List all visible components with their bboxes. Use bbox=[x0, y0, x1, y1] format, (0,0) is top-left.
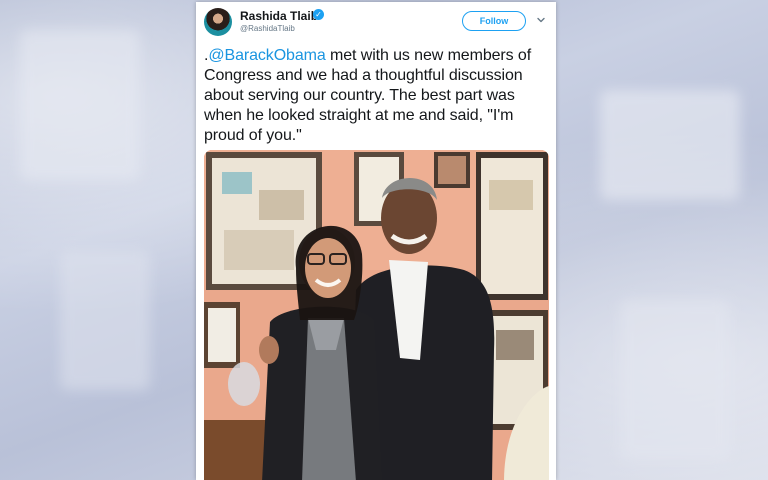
two-people-standing-photo bbox=[204, 150, 549, 480]
background-blur bbox=[600, 90, 740, 200]
tweet-photo[interactable] bbox=[204, 150, 549, 480]
framed-certificate bbox=[204, 302, 240, 368]
background-blur bbox=[60, 250, 150, 390]
chevron-down-icon[interactable] bbox=[536, 15, 546, 25]
framed-photo bbox=[434, 152, 470, 188]
tweet-text: .@BarackObama met with us new members of… bbox=[204, 46, 552, 146]
framed-certificate bbox=[476, 152, 548, 300]
background-blur bbox=[620, 300, 730, 460]
background-blur bbox=[20, 30, 140, 180]
tweet-card: Rashida Tlaib ✓ @RashidaTlaib Follow .@B… bbox=[196, 2, 556, 480]
mention-link[interactable]: @BarackObama bbox=[208, 47, 325, 64]
author-handle[interactable]: @RashidaTlaib bbox=[240, 24, 295, 33]
avatar[interactable] bbox=[204, 8, 232, 36]
verified-badge-icon: ✓ bbox=[313, 9, 324, 20]
tweet-header: Rashida Tlaib ✓ @RashidaTlaib Follow bbox=[196, 2, 556, 42]
follow-button[interactable]: Follow bbox=[462, 11, 526, 31]
author-display-name[interactable]: Rashida Tlaib bbox=[240, 9, 318, 23]
glass-vase bbox=[228, 362, 260, 406]
